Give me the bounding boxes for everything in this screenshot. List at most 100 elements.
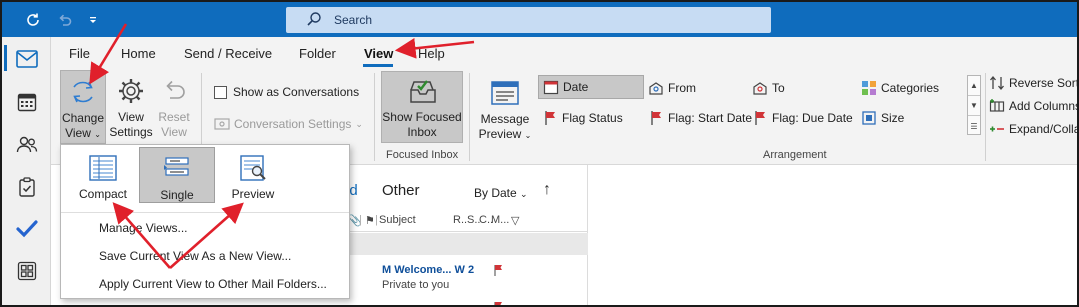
flag-icon	[752, 110, 768, 126]
expand-collapse-label: Expand/Colla	[1009, 122, 1079, 136]
from-icon	[648, 80, 664, 96]
message-preview-label-2-text: Preview	[478, 127, 522, 141]
column-divider: |	[375, 214, 378, 226]
group-separator	[985, 73, 986, 161]
group-separator	[469, 73, 470, 161]
add-columns-button[interactable]: Add Columns	[989, 98, 1079, 114]
column-divider: |	[359, 214, 362, 226]
view-compact[interactable]: Compact	[65, 147, 141, 203]
message-row[interactable]: M Welcome... W 2 Private to you	[341, 256, 588, 292]
sort-by-dropdown[interactable]: By Date ⌄	[474, 186, 528, 200]
arrange-by-flag-start-date[interactable]: Flag: Start Date	[644, 106, 756, 130]
column-r[interactable]: R..	[453, 214, 467, 226]
mail-icon[interactable]	[15, 47, 39, 71]
tab-folder[interactable]: Folder	[299, 46, 336, 61]
show-focused-inbox-button[interactable]: Show Focused Inbox	[381, 71, 463, 143]
apply-view-menu-item[interactable]: Apply Current View to Other Mail Folders…	[99, 277, 327, 291]
todo-icon[interactable]	[15, 217, 39, 241]
reset-view-button[interactable]: Reset View	[154, 74, 194, 144]
ribbon-tabs: File Home Send / Receive Folder View Hel…	[51, 37, 1077, 69]
conversation-settings-button[interactable]: Conversation Settings ⌄	[214, 116, 363, 132]
undo-icon[interactable]	[54, 10, 76, 30]
focused-inbox-icon	[407, 74, 437, 108]
sort-direction-icon[interactable]: ↑	[543, 181, 551, 199]
gallery-scroll[interactable]: ▲ ▼ ☰	[967, 75, 981, 135]
tab-send-receive[interactable]: Send / Receive	[184, 46, 272, 61]
flag-icon	[542, 110, 558, 126]
arrange-by-to[interactable]: To	[748, 76, 789, 100]
reset-view-icon	[160, 74, 188, 108]
arrange-by-flag-due-date[interactable]: Flag: Due Date	[748, 106, 857, 130]
column-subject[interactable]: Subject	[379, 214, 416, 226]
gallery-down-icon[interactable]: ▼	[968, 96, 980, 116]
message-preview-button[interactable]: Message Preview ⌄	[477, 76, 533, 146]
tab-home[interactable]: Home	[121, 46, 156, 61]
change-view-label-2-text: View	[65, 126, 91, 140]
tab-other[interactable]: Other	[382, 182, 420, 199]
show-as-conversations-checkbox[interactable]: Show as Conversations	[214, 85, 359, 99]
column-flag-icon[interactable]: ⚑	[365, 214, 375, 227]
arrange-by-flag-status[interactable]: Flag Status	[538, 106, 627, 130]
preview-view-icon	[238, 151, 268, 185]
expand-collapse-icon	[989, 121, 1005, 137]
flag-status-label: Flag Status	[562, 111, 623, 125]
arrange-by-categories[interactable]: Categories	[857, 76, 943, 100]
view-single[interactable]: Single	[139, 147, 215, 203]
sync-icon[interactable]	[22, 10, 44, 30]
arrange-by-from[interactable]: From	[644, 76, 700, 100]
column-m[interactable]: M...	[491, 214, 509, 226]
search-icon	[306, 11, 322, 30]
column-header: 📎 | ⚑ | Subject R.. S.. C.. M... ▽	[341, 208, 588, 232]
customize-toolbar-icon[interactable]	[82, 10, 104, 30]
message-sender: M Welcome... W 2	[382, 264, 475, 276]
save-view-menu-item[interactable]: Save Current View As a New View...	[99, 249, 291, 263]
change-view-icon	[68, 75, 98, 109]
reset-view-label-2: View	[161, 125, 187, 139]
size-icon	[861, 110, 877, 126]
show-focused-inbox-label-2: Inbox	[407, 125, 437, 139]
view-preview[interactable]: Preview	[215, 147, 291, 203]
search-box[interactable]: Search	[286, 7, 771, 33]
change-view-label-2: View ⌄	[65, 126, 101, 142]
date-icon	[543, 79, 559, 95]
view-settings-button[interactable]: View Settings	[108, 74, 154, 144]
tasks-icon[interactable]	[15, 175, 39, 199]
arrange-by-size[interactable]: Size	[857, 106, 908, 130]
reverse-sort-button[interactable]: Reverse Sort	[989, 75, 1077, 91]
apps-icon[interactable]	[15, 259, 39, 283]
to-label: To	[772, 81, 785, 95]
manage-views-menu-item[interactable]: Manage Views...	[99, 221, 188, 235]
flag-icon	[648, 110, 664, 126]
message-preview-text: Private to you	[382, 279, 450, 291]
view-compact-label: Compact	[78, 187, 128, 201]
gallery-more-icon[interactable]: ☰	[968, 116, 980, 136]
categories-label: Categories	[881, 81, 940, 95]
group-separator	[374, 73, 375, 161]
filter-icon[interactable]: ▽	[511, 214, 519, 227]
gallery-up-icon[interactable]: ▲	[968, 76, 980, 96]
categories-icon	[861, 80, 877, 96]
conversation-settings-icon	[214, 116, 230, 132]
flag-due-date-label: Flag: Due Date	[772, 111, 853, 125]
active-tab-underline	[363, 64, 393, 67]
date-label: Date	[563, 80, 589, 94]
expand-collapse-button[interactable]: Expand/Colla	[989, 121, 1079, 137]
arrange-by-date[interactable]: Date	[538, 75, 644, 99]
view-preview-label: Preview	[231, 187, 275, 201]
tab-view[interactable]: View	[364, 46, 393, 61]
add-columns-label: Add Columns	[1009, 99, 1079, 113]
tab-file[interactable]: File	[69, 46, 90, 61]
sort-by-label: By Date	[474, 186, 517, 200]
flag-icon[interactable]	[493, 301, 503, 305]
change-view-button[interactable]: Change View ⌄	[60, 70, 106, 144]
calendar-icon[interactable]	[15, 90, 39, 114]
tab-help[interactable]: Help	[418, 46, 445, 61]
app-bar	[2, 37, 51, 305]
message-group-header[interactable]	[341, 233, 588, 255]
compact-view-icon	[88, 151, 118, 185]
change-view-dropdown: Compact Single Preview Manage Views... S…	[60, 144, 350, 299]
gear-icon	[116, 74, 146, 108]
people-icon[interactable]	[15, 133, 39, 157]
message-preview-label-2: Preview ⌄	[479, 127, 532, 143]
flag-icon[interactable]	[493, 264, 503, 279]
